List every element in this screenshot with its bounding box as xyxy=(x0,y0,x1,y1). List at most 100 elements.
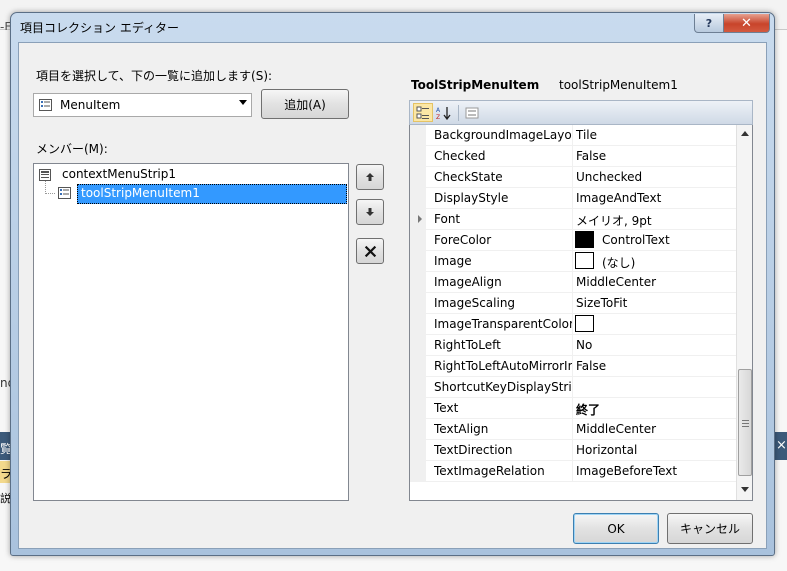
property-column-divider[interactable] xyxy=(572,230,573,251)
property-column-divider[interactable] xyxy=(572,398,573,419)
property-row[interactable]: Checked False xyxy=(410,146,737,167)
property-row[interactable]: BackgroundImageLayout Tile xyxy=(410,125,737,146)
toolbar-separator xyxy=(458,105,459,121)
property-row-margin xyxy=(410,314,426,335)
property-value[interactable]: ControlText xyxy=(602,233,670,247)
members-label: メンバー(M): xyxy=(36,142,108,156)
move-down-button[interactable] xyxy=(356,199,384,225)
property-value[interactable]: False xyxy=(576,149,606,163)
scroll-down-arrow-icon[interactable] xyxy=(741,487,749,492)
property-pages-button[interactable] xyxy=(462,103,482,122)
property-value[interactable]: False xyxy=(576,359,606,373)
property-column-divider[interactable] xyxy=(572,209,573,230)
property-value[interactable]: No xyxy=(576,338,592,352)
tree-node-context-menu-strip[interactable]: contextMenuStrip1 xyxy=(62,167,176,181)
scrollbar-thumb[interactable] xyxy=(738,369,752,476)
add-item-label: 項目を選択して、下の一覧に追加します(S): xyxy=(36,69,273,83)
property-row[interactable]: ForeColor ControlText xyxy=(410,230,737,251)
property-column-divider[interactable] xyxy=(572,440,573,461)
delete-button[interactable] xyxy=(356,238,384,264)
property-value[interactable]: Unchecked xyxy=(576,170,642,184)
property-value[interactable]: SizeToFit xyxy=(576,296,627,310)
property-row[interactable]: ImageTransparentColor xyxy=(410,314,737,335)
property-value[interactable]: メイリオ, 9pt xyxy=(576,212,652,229)
property-column-divider[interactable] xyxy=(572,146,573,167)
svg-text:Z: Z xyxy=(436,114,440,120)
property-grid-toolbar: A Z xyxy=(409,100,753,125)
alphabetical-view-button[interactable]: A Z xyxy=(434,103,454,122)
property-name: DisplayStyle xyxy=(434,191,509,205)
ok-button[interactable]: OK xyxy=(573,513,659,544)
property-row[interactable]: ShortcutKeyDisplayString xyxy=(410,377,737,398)
property-column-divider[interactable] xyxy=(572,461,573,482)
property-row[interactable]: Font メイリオ, 9pt xyxy=(410,209,737,230)
property-grid-object-name: toolStripMenuItem1 xyxy=(559,78,678,92)
property-row[interactable]: RightToLeft No xyxy=(410,335,737,356)
property-row[interactable]: ImageAlign MiddleCenter xyxy=(410,272,737,293)
tree-node-tool-strip-menu-item[interactable]: toolStripMenuItem1 xyxy=(77,184,347,204)
categorized-view-button[interactable] xyxy=(413,103,433,122)
property-column-divider[interactable] xyxy=(572,419,573,440)
property-name: CheckState xyxy=(434,170,503,184)
property-value[interactable]: (なし) xyxy=(602,254,635,271)
property-name: TextDirection xyxy=(434,443,513,457)
property-row-margin xyxy=(410,356,426,377)
color-swatch xyxy=(575,252,594,269)
property-name: ImageScaling xyxy=(434,296,516,310)
property-row[interactable]: Text 終了 xyxy=(410,398,737,419)
property-row-margin xyxy=(410,461,426,482)
close-button[interactable]: ✕ xyxy=(723,14,770,33)
context-menu-strip-icon xyxy=(39,169,51,181)
property-row[interactable]: Image (なし) xyxy=(410,251,737,272)
property-grid-scrollbar[interactable] xyxy=(736,125,752,500)
title-bar[interactable]: 項目コレクション エディター xyxy=(11,13,774,41)
property-row-margin xyxy=(410,230,426,251)
move-up-button[interactable] xyxy=(356,164,384,190)
property-row[interactable]: CheckState Unchecked xyxy=(410,167,737,188)
property-row[interactable]: RightToLeftAutoMirrorImage False xyxy=(410,356,737,377)
property-column-divider[interactable] xyxy=(572,377,573,398)
property-column-divider[interactable] xyxy=(572,314,573,335)
delete-x-icon xyxy=(364,245,376,257)
property-row[interactable]: TextImageRelation ImageBeforeText xyxy=(410,461,737,482)
property-name: Font xyxy=(434,212,461,226)
scroll-up-arrow-icon[interactable] xyxy=(741,131,749,136)
sort-az-icon: A Z xyxy=(436,106,451,120)
property-row-margin xyxy=(410,440,426,461)
property-value[interactable]: 終了 xyxy=(576,401,600,418)
help-button[interactable]: ? xyxy=(694,14,724,33)
property-value[interactable]: ImageBeforeText xyxy=(576,464,677,478)
property-value[interactable]: ImageAndText xyxy=(576,191,661,205)
property-row[interactable]: TextAlign MiddleCenter xyxy=(410,419,737,440)
property-column-divider[interactable] xyxy=(572,335,573,356)
cancel-button[interactable]: キャンセル xyxy=(667,513,753,544)
property-row-margin xyxy=(410,419,426,440)
property-value[interactable]: MiddleCenter xyxy=(576,275,656,289)
item-type-dropdown[interactable]: MenuItem xyxy=(33,93,252,117)
property-row[interactable]: TextDirection Horizontal xyxy=(410,440,737,461)
property-column-divider[interactable] xyxy=(572,125,573,146)
property-value[interactable]: MiddleCenter xyxy=(576,422,656,436)
property-column-divider[interactable] xyxy=(572,272,573,293)
expand-arrow-icon[interactable] xyxy=(418,215,422,223)
property-column-divider[interactable] xyxy=(572,188,573,209)
dialog-title: 項目コレクション エディター xyxy=(20,21,179,35)
scrollbar-grip xyxy=(742,426,749,427)
property-column-divider[interactable] xyxy=(572,356,573,377)
property-value[interactable]: Tile xyxy=(576,128,597,142)
property-column-divider[interactable] xyxy=(572,167,573,188)
property-column-divider[interactable] xyxy=(572,293,573,314)
property-name: ForeColor xyxy=(434,233,492,247)
members-tree[interactable]: contextMenuStrip1 toolStripMenuItem1 xyxy=(33,163,349,501)
property-value[interactable]: Horizontal xyxy=(576,443,637,457)
property-row-margin xyxy=(410,188,426,209)
property-row[interactable]: DisplayStyle ImageAndText xyxy=(410,188,737,209)
add-button[interactable]: 追加(A) xyxy=(261,89,349,119)
item-type-value: MenuItem xyxy=(60,98,121,112)
property-column-divider[interactable] xyxy=(572,251,573,272)
scrollbar-grip xyxy=(742,423,749,424)
property-grid[interactable]: BackgroundImageLayout Tile Checked False Che… xyxy=(409,125,753,501)
property-row-margin xyxy=(410,272,426,293)
menu-item-icon xyxy=(58,187,71,199)
property-row[interactable]: ImageScaling SizeToFit xyxy=(410,293,737,314)
